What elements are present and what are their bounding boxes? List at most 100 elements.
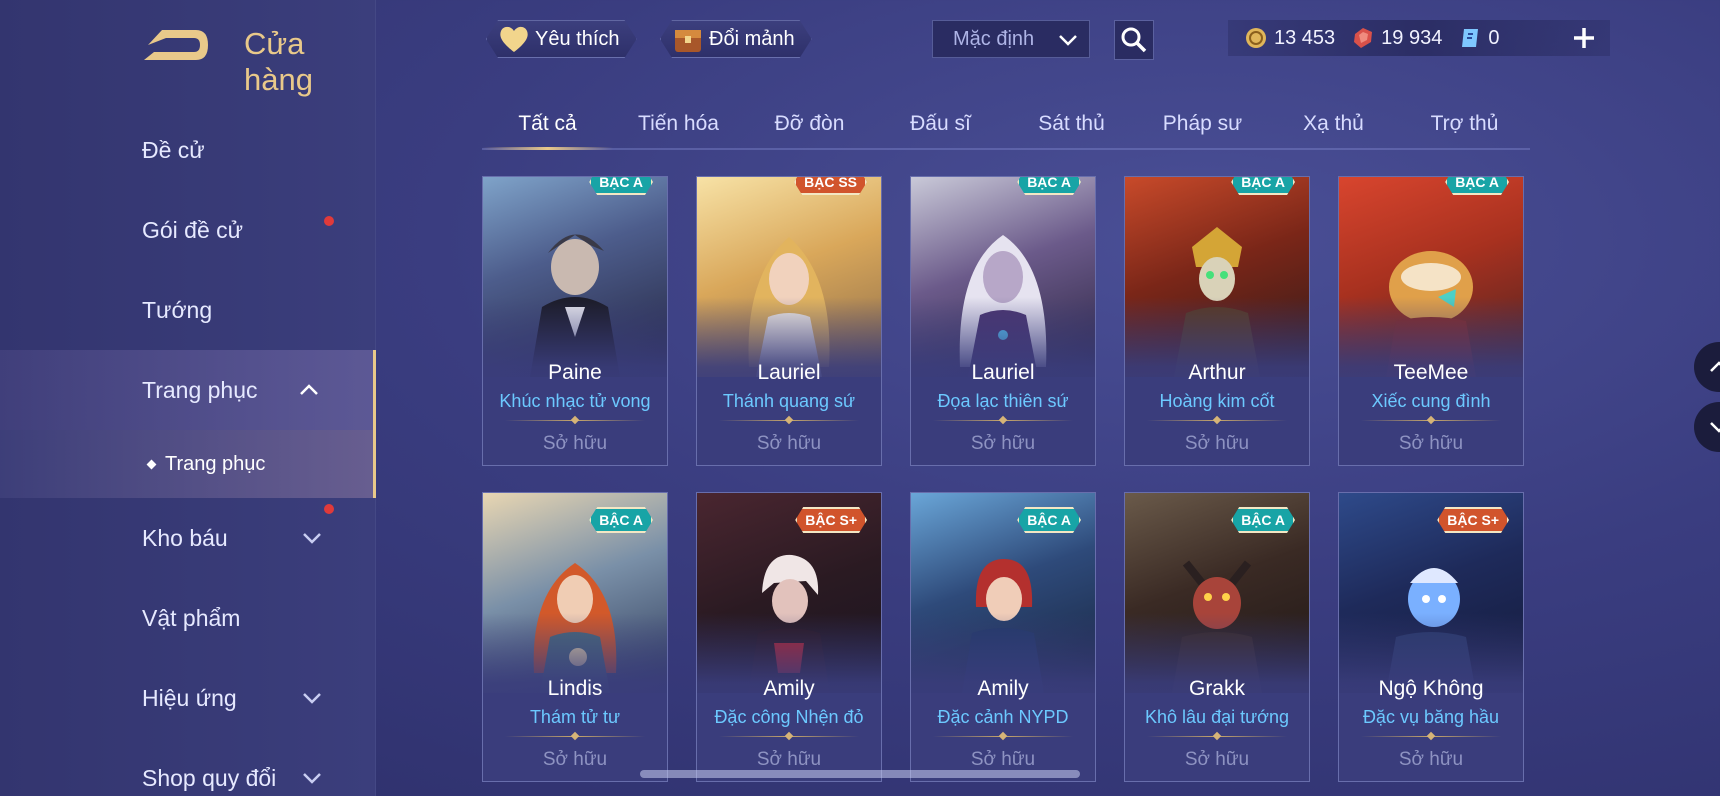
owned-status: Sở hữu [1398, 749, 1464, 770]
sidebar-item-label: Hiệu ứng [142, 684, 237, 711]
skin-card[interactable]: BẬC S+ Amily Đặc công Nhện đỏ Sở hữu [696, 492, 882, 782]
chevron-up-icon [300, 384, 318, 395]
sidebar-nav: Đề cử Gói đề cử Tướng Trang phục Trang p… [0, 110, 376, 796]
notification-dot [324, 216, 334, 226]
sidebar-item-recommended[interactable]: Đề cử [0, 110, 376, 190]
tab-evolution[interactable]: Tiến hóa [613, 106, 744, 148]
plus-icon[interactable] [1570, 24, 1598, 52]
diamond-bullet-icon [146, 459, 157, 469]
search-icon [1121, 27, 1147, 53]
chevron-down-icon [303, 693, 321, 704]
skin-card[interactable]: BẬC A Arthur Hoàng kim cốt Sở hữu [1124, 176, 1310, 466]
heart-icon [497, 24, 531, 54]
scroll-down-button[interactable] [1694, 402, 1720, 452]
tier-badge: BẬC A [1231, 507, 1295, 533]
tab-tank[interactable]: Đỡ đòn [744, 106, 875, 148]
tier-badge: BẬC A [1231, 176, 1295, 195]
sidebar-item-skins[interactable]: Trang phục [0, 350, 376, 430]
red-gem-icon [1354, 28, 1373, 48]
owned-status: Sở hữu [1398, 433, 1464, 454]
skin-card[interactable]: BẬC A Amily Đặc cảnh NYPD Sở hữu [910, 492, 1096, 782]
hero-name: Amily [763, 677, 815, 700]
search-button[interactable] [1114, 20, 1154, 60]
hero-name: Ngộ Không [1378, 677, 1484, 700]
sidebar-item-items[interactable]: Vật phẩm [0, 578, 376, 658]
hero-name: TeeMee [1393, 361, 1469, 384]
home-indicator[interactable] [640, 770, 1080, 778]
owned-status: Sở hữu [756, 749, 822, 770]
skin-card[interactable]: BẬC A Lauriel Đọa lạc thiên sứ Sở hữu [910, 176, 1096, 466]
skin-card[interactable]: BẬC A TeeMee Xiếc cung đình Sở hữu [1338, 176, 1524, 466]
skin-card[interactable]: BẬC A Lindis Thám tử tư Sở hữu [482, 492, 668, 782]
currency-voucher: 0 [1458, 26, 1499, 50]
card-divider [1147, 736, 1287, 737]
skin-card[interactable]: BẬC A Paine Khúc nhạc tử vong Sở hữu [482, 176, 668, 466]
skin-card[interactable]: BẬC SS Lauriel Thánh quang sứ Sở hữu [696, 176, 882, 466]
card-divider [505, 736, 645, 737]
owned-status: Sở hữu [756, 433, 822, 454]
tier-badge: BẬC S+ [1437, 507, 1509, 533]
tab-assassin[interactable]: Sát thủ [1006, 106, 1137, 148]
treasure-chest-icon [671, 24, 705, 54]
tier-badge: BẬC A [1445, 176, 1509, 195]
skin-grid: BẬC A Paine Khúc nhạc tử vong Sở hữu BẬC… [482, 176, 1528, 796]
owned-status: Sở hữu [970, 433, 1036, 454]
skin-card[interactable]: BẬC S+ Ngộ Không Đặc vụ băng hầu Sở hữu [1338, 492, 1524, 782]
hero-name: Grakk [1188, 677, 1245, 700]
tab-marksman[interactable]: Xạ thủ [1268, 106, 1399, 148]
currency-gold: 13 453 [1244, 26, 1335, 50]
sidebar-item-label: Đề cử [142, 136, 205, 163]
favorites-button[interactable]: Yêu thích [486, 20, 637, 58]
skin-name: Đặc công Nhện đỏ [714, 707, 864, 727]
sidebar-item-label: Trang phục [142, 376, 258, 403]
sidebar-item-label: Kho báu [142, 524, 228, 551]
chevron-down-icon [1059, 35, 1077, 46]
tab-all[interactable]: Tất cả [482, 106, 613, 150]
exchange-fragments-button[interactable]: Đổi mảnh [660, 20, 812, 58]
sidebar-subitem-label: Trang phục [165, 452, 266, 475]
favorites-label: Yêu thích [535, 27, 620, 50]
sidebar-subitem-skins[interactable]: Trang phục [0, 430, 376, 498]
card-divider [719, 420, 859, 421]
skin-card[interactable]: BẬC A Grakk Khô lâu đại tướng Sở hữu [1124, 492, 1310, 782]
owned-status: Sở hữu [1184, 433, 1250, 454]
skin-name: Đặc cảnh NYPD [937, 707, 1069, 727]
skin-name: Khô lâu đại tướng [1145, 707, 1289, 727]
tier-badge: BẬC A [589, 176, 653, 195]
scroll-up-button[interactable] [1694, 342, 1720, 392]
skin-name: Khúc nhạc tử vong [499, 391, 651, 411]
sidebar-item-heroes[interactable]: Tướng [0, 270, 376, 350]
card-divider [933, 420, 1073, 421]
card-divider [505, 420, 645, 421]
skin-name: Hoàng kim cốt [1159, 391, 1275, 411]
currency-value: 19 934 [1381, 26, 1443, 49]
sidebar-item-treasure[interactable]: Kho báu [0, 498, 376, 578]
currency-value: 0 [1488, 26, 1500, 49]
sidebar-item-effects[interactable]: Hiệu ứng [0, 658, 376, 738]
back-arrow-icon[interactable] [140, 22, 212, 68]
page-title: Cửa hàng [244, 26, 313, 97]
skin-name: Xiếc cung đình [1371, 391, 1491, 411]
currency-value: 13 453 [1274, 26, 1336, 49]
owned-status: Sở hữu [970, 749, 1036, 770]
sidebar-item-label: Shop quy đổi [142, 764, 277, 791]
hero-name: Amily [977, 677, 1029, 700]
card-divider [1361, 736, 1501, 737]
owned-status: Sở hữu [1184, 749, 1250, 770]
sidebar-item-label: Tướng [142, 296, 213, 323]
card-divider [1147, 420, 1287, 421]
tab-mage[interactable]: Pháp sư [1137, 106, 1268, 148]
sidebar: Cửa hàng Đề cử Gói đề cử Tướng Trang phụ… [0, 0, 376, 796]
tab-support[interactable]: Trợ thủ [1399, 106, 1530, 148]
sidebar-item-exchange-shop[interactable]: Shop quy đổi [0, 738, 376, 796]
skin-name: Đặc vụ băng hầu [1362, 707, 1500, 727]
gold-coin-icon [1246, 28, 1266, 48]
tier-badge: BẬC SS [794, 176, 867, 195]
chevron-up-icon [1710, 361, 1720, 372]
chevron-down-icon [303, 773, 321, 784]
notification-dot [324, 504, 334, 514]
sort-dropdown[interactable]: Mặc định [932, 20, 1090, 58]
skin-name: Thánh quang sứ [722, 391, 856, 411]
sidebar-item-recommended-packs[interactable]: Gói đề cử [0, 190, 376, 270]
tab-fighter[interactable]: Đấu sĩ [875, 106, 1006, 148]
